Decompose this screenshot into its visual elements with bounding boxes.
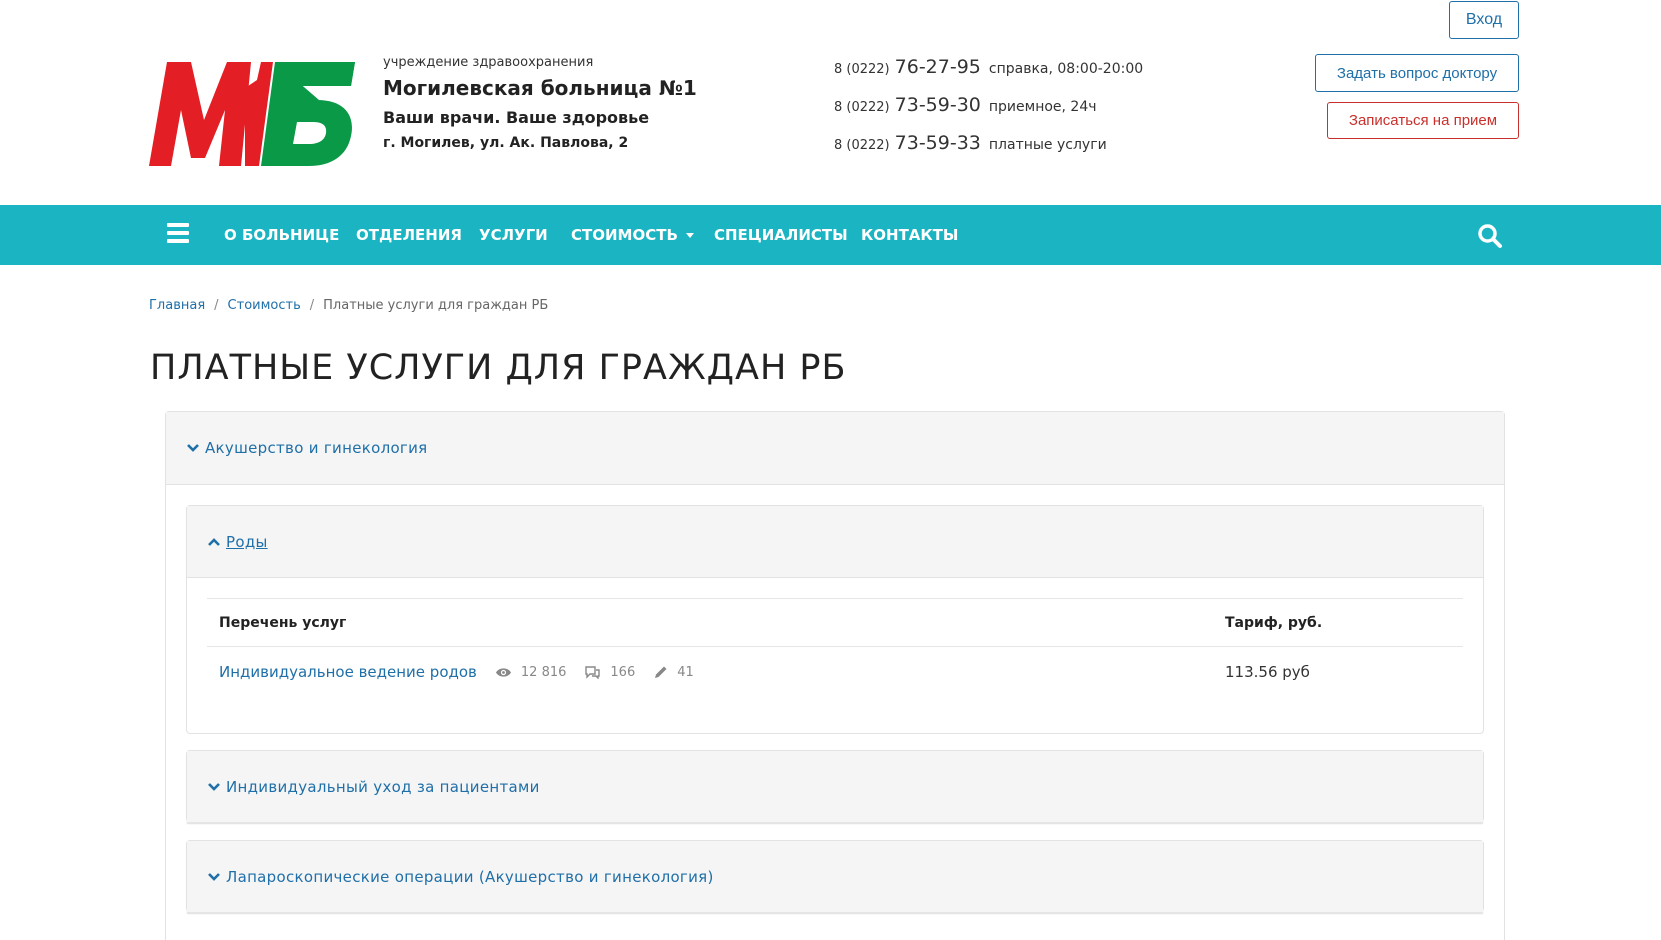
org-address: г. Могилев, ул. Ак. Павлова, 2 — [383, 135, 629, 151]
login-button[interactable]: Вход — [1449, 1, 1519, 39]
phone-number[interactable]: 73-59-33 — [895, 132, 981, 154]
pencil-icon — [655, 666, 667, 678]
edits-value: 41 — [677, 664, 694, 680]
nav-item-about[interactable]: О БОЛЬНИЦЕ — [224, 205, 339, 265]
column-header-price: Тариф, руб. — [1225, 614, 1323, 631]
service-link[interactable]: Индивидуальное ведение родов — [219, 663, 477, 681]
nav-item-departments[interactable]: ОТДЕЛЕНИЯ — [356, 205, 462, 265]
comments-count: 166 — [584, 665, 635, 680]
book-appointment-button[interactable]: Записаться на прием — [1327, 102, 1519, 139]
phone-line: 8 (0222) 76-27-95 справка, 08:00-20:00 — [834, 56, 1143, 94]
views-value: 12 816 — [520, 664, 567, 680]
hospital-logo[interactable] — [149, 58, 355, 166]
chevron-down-icon — [208, 872, 220, 881]
chevron-down-icon — [208, 782, 220, 791]
eye-icon — [495, 667, 511, 677]
accordion-panel-title: Лапароскопические операции (Акушерство и… — [226, 867, 714, 886]
breadcrumb-separator: / — [309, 298, 315, 313]
comments-value: 166 — [610, 664, 636, 680]
nav-item-contacts[interactable]: КОНТАКТЫ — [861, 205, 958, 265]
price-table: Перечень услуг Тариф, руб. Индивидуально… — [207, 598, 1463, 697]
search-icon[interactable] — [1477, 223, 1503, 249]
breadcrumb-current: Платные услуги для граждан РБ — [323, 298, 549, 313]
org-slogan: Ваши врачи. Ваше здоровье — [383, 108, 650, 127]
comments-icon — [585, 665, 601, 679]
org-subtitle: учреждение здравоохранения — [383, 55, 594, 70]
table-row: Индивидуальное ведение родов 12 816 166 … — [207, 647, 1463, 697]
column-header-services: Перечень услуг — [219, 614, 347, 631]
org-info: учреждение здравоохранения Могилевская б… — [383, 55, 697, 151]
phone-number[interactable]: 73-59-30 — [895, 94, 981, 116]
edits-count: 41 — [653, 665, 694, 680]
chevron-up-icon — [208, 537, 220, 546]
price-cell: 113.56 руб — [1225, 663, 1310, 681]
page-title: ПЛАТНЫЕ УСЛУГИ ДЛЯ ГРАЖДАН РБ — [150, 348, 847, 388]
accordion-panel: Индивидуальный уход за пациентами — [186, 750, 1484, 823]
accordion-panel: Лапароскопические операции (Акушерство и… — [186, 840, 1484, 913]
breadcrumb-separator: / — [214, 298, 219, 313]
nav-item-specialists[interactable]: СПЕЦИАЛИСТЫ — [714, 205, 848, 265]
hamburger-icon[interactable] — [167, 223, 189, 245]
accordion-section-title: Акушерство и гинекология — [205, 439, 428, 457]
phone-note: платные услуги — [988, 137, 1107, 153]
accordion-section: Акушерство и гинекология Роды Перечень у… — [165, 411, 1505, 940]
phone-note: справка, 08:00-20:00 — [988, 61, 1144, 77]
phone-line: 8 (0222) 73-59-33 платные услуги — [834, 132, 1143, 170]
accordion-panel-header[interactable]: Индивидуальный уход за пациентами — [187, 751, 1483, 823]
nav-item-prices-label: СТОИМОСТЬ — [571, 226, 678, 244]
caret-down-icon — [685, 233, 694, 238]
table-header: Перечень услуг Тариф, руб. — [207, 598, 1463, 647]
main-nav: О БОЛЬНИЦЕ ОТДЕЛЕНИЯ УСЛУГИ СТОИМОСТЬ СП… — [0, 205, 1661, 265]
ask-doctor-button[interactable]: Задать вопрос доктору — [1315, 54, 1519, 92]
breadcrumb-home[interactable]: Главная — [149, 298, 205, 313]
breadcrumb-prices[interactable]: Стоимость — [228, 298, 301, 313]
views-count: 12 816 — [495, 664, 567, 680]
nav-item-services[interactable]: УСЛУГИ — [479, 205, 548, 265]
phone-code: 8 (0222) — [834, 138, 890, 153]
accordion-panel-title: Индивидуальный уход за пациентами — [226, 777, 540, 796]
accordion-panel-header[interactable]: Лапароскопические операции (Акушерство и… — [187, 841, 1483, 913]
breadcrumb: Главная / Стоимость / Платные услуги для… — [149, 298, 548, 313]
phone-number[interactable]: 76-27-95 — [895, 56, 981, 78]
accordion-panel-header[interactable]: Роды — [187, 506, 1483, 578]
phone-list: 8 (0222) 76-27-95 справка, 08:00-20:00 8… — [834, 56, 1143, 170]
chevron-down-icon — [187, 444, 199, 452]
accordion-panel: Роды Перечень услуг Тариф, руб. Индивиду… — [186, 505, 1484, 734]
accordion-section-header[interactable]: Акушерство и гинекология — [166, 412, 1504, 485]
phone-code: 8 (0222) — [834, 62, 890, 77]
phone-code: 8 (0222) — [834, 100, 890, 115]
nav-item-prices[interactable]: СТОИМОСТЬ — [571, 205, 694, 265]
phone-note: приемное, 24ч — [988, 99, 1097, 115]
accordion-panel-title: Роды — [226, 532, 268, 551]
phone-line: 8 (0222) 73-59-30 приемное, 24ч — [834, 94, 1143, 132]
service-cell: Индивидуальное ведение родов 12 816 166 … — [219, 663, 694, 681]
org-name: Могилевская больница №1 — [383, 76, 697, 100]
